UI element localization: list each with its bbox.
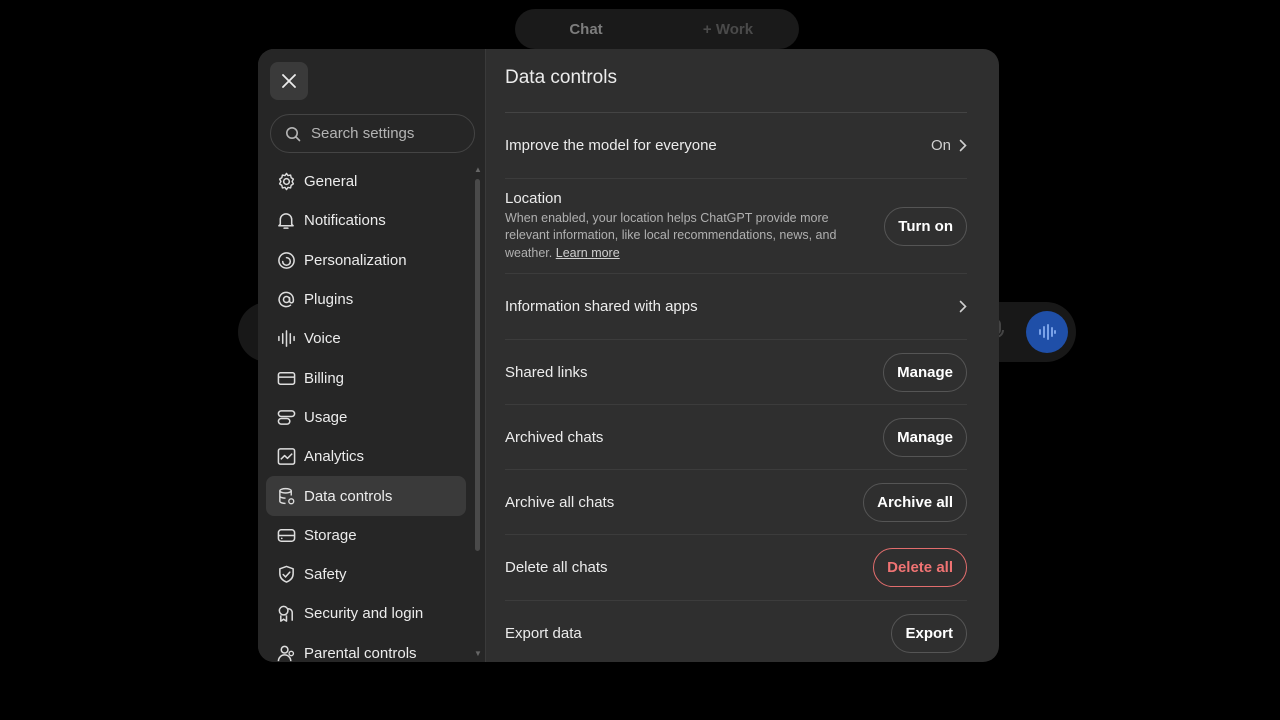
learn-more-link[interactable]: Learn more <box>556 246 620 260</box>
sidebar-item-label: Billing <box>304 369 345 387</box>
sidebar-item-label: Security and login <box>304 605 424 623</box>
waveform-icon <box>1039 324 1056 340</box>
scroll-up-arrow[interactable]: ▲ <box>474 165 482 174</box>
sidebar-item-label: Voice <box>304 330 341 348</box>
sidebar-item-label: Parental controls <box>304 644 417 662</box>
search-box[interactable] <box>270 114 475 153</box>
sidebar-item-label: Storage <box>304 526 357 544</box>
sidebar-item-usage[interactable]: Usage <box>266 398 466 437</box>
at-icon <box>276 290 296 310</box>
chevron-right-icon <box>959 139 967 152</box>
settings-sidebar: General Notifications Personalization Pl… <box>258 49 486 662</box>
mode-toggle[interactable]: Chat + Work <box>515 9 799 49</box>
location-desc-text: When enabled, your location helps ChatGP… <box>505 210 837 260</box>
manage-archived-button[interactable]: Manage <box>883 417 967 457</box>
scroll-down-arrow[interactable]: ▼ <box>474 649 482 658</box>
sidebar-item-label: Plugins <box>304 291 354 309</box>
setting-info-shared-apps[interactable]: Information shared with apps <box>505 274 967 340</box>
sidebar-item-security[interactable]: Security and login <box>266 594 466 633</box>
setting-export-data: Export data Export <box>505 601 967 662</box>
close-icon <box>282 74 296 88</box>
usage-icon <box>276 407 296 427</box>
sidebar-item-analytics[interactable]: Analytics <box>266 437 466 476</box>
setting-archive-all: Archive all chats Archive all <box>505 470 967 535</box>
personalization-icon <box>276 250 296 270</box>
sidebar-item-label: Personalization <box>304 251 407 269</box>
setting-label: Export data <box>505 624 582 642</box>
setting-label: Archived chats <box>505 428 604 446</box>
setting-improve-model[interactable]: Improve the model for everyone On <box>505 113 967 179</box>
sidebar-item-voice[interactable]: Voice <box>266 319 466 358</box>
sidebar-item-label: Analytics <box>304 448 365 466</box>
sidebar-item-safety[interactable]: Safety <box>266 555 466 594</box>
people-icon <box>276 643 296 662</box>
search-input[interactable] <box>311 125 461 142</box>
database-icon <box>276 486 296 506</box>
setting-label: Delete all chats <box>505 559 608 576</box>
export-button[interactable]: Export <box>891 613 967 653</box>
tab-chat[interactable]: Chat <box>515 21 657 38</box>
search-icon <box>286 126 301 141</box>
location-description: When enabled, your location helps ChatGP… <box>505 210 865 263</box>
setting-value[interactable]: On <box>931 137 967 154</box>
setting-label: Location <box>505 189 562 207</box>
sidebar-item-label: Usage <box>304 408 348 426</box>
voice-mode-button[interactable] <box>1026 311 1068 353</box>
app-root: Chat + Work General Noti <box>0 0 1280 720</box>
delete-all-button[interactable]: Delete all <box>873 548 967 587</box>
sidebar-item-label: General <box>304 173 358 191</box>
setting-shared-links: Shared links Manage <box>505 340 967 405</box>
improve-value: On <box>930 137 951 154</box>
tab-work[interactable]: + Work <box>657 21 799 38</box>
sidebar-item-label: Data controls <box>304 487 393 505</box>
setting-delete-all: Delete all chats Delete all <box>505 535 967 601</box>
setting-location: Location When enabled, your location hel… <box>505 179 967 274</box>
waveform-icon <box>276 329 296 349</box>
sidebar-item-parental-controls[interactable]: Parental controls <box>266 634 466 662</box>
gear-icon <box>276 172 296 192</box>
sidebar-item-general[interactable]: General <box>266 162 466 201</box>
turn-on-button[interactable]: Turn on <box>884 206 967 246</box>
card-icon <box>276 368 296 388</box>
archive-all-button[interactable]: Archive all <box>863 482 967 522</box>
setting-archived-chats: Archived chats Manage <box>505 405 967 470</box>
setting-label: Improve the model for everyone <box>505 137 717 154</box>
settings-modal: General Notifications Personalization Pl… <box>258 49 999 662</box>
bell-icon <box>276 211 296 231</box>
sidebar-item-personalization[interactable]: Personalization <box>266 241 466 280</box>
settings-nav: General Notifications Personalization Pl… <box>266 162 466 662</box>
close-button[interactable] <box>270 62 308 100</box>
setting-label: Archive all chats <box>505 493 615 511</box>
setting-label: Information shared with apps <box>505 298 698 315</box>
location-text: Location When enabled, your location hel… <box>505 190 865 263</box>
lock-icon <box>276 604 296 624</box>
sidebar-scrollbar[interactable] <box>475 179 480 551</box>
sidebar-item-notifications[interactable]: Notifications <box>266 201 466 240</box>
chart-icon <box>276 447 296 467</box>
sidebar-item-data-controls[interactable]: Data controls <box>266 476 466 516</box>
storage-icon <box>276 525 296 545</box>
sidebar-item-plugins[interactable]: Plugins <box>266 280 466 319</box>
page-title: Data controls <box>505 67 617 88</box>
sidebar-item-label: Safety <box>304 566 347 584</box>
sidebar-item-billing[interactable]: Billing <box>266 358 466 397</box>
setting-label: Shared links <box>505 363 588 381</box>
shield-icon <box>276 565 296 585</box>
manage-shared-links-button[interactable]: Manage <box>883 352 967 392</box>
settings-content: Data controls Improve the model for ever… <box>486 49 999 662</box>
sidebar-item-label: Notifications <box>304 212 386 230</box>
sidebar-item-storage[interactable]: Storage <box>266 516 466 555</box>
chevron-right-icon <box>959 300 967 313</box>
